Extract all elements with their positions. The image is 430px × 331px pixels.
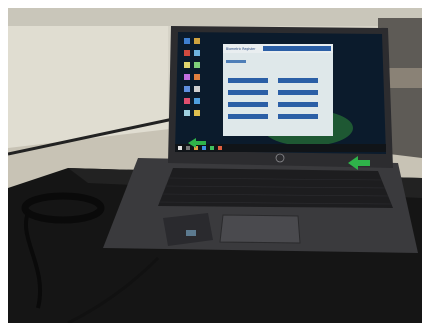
app-window: Biometric Register bbox=[223, 44, 333, 136]
desktop-icon bbox=[184, 38, 190, 44]
photograph: Biometric Register bbox=[8, 8, 422, 323]
wall-left bbox=[8, 8, 168, 148]
taskbar-icon[interactable] bbox=[218, 146, 222, 150]
start-icon[interactable] bbox=[178, 146, 182, 150]
desktop-icon bbox=[184, 50, 190, 56]
desktop-icon bbox=[194, 50, 200, 56]
app-button[interactable] bbox=[278, 78, 318, 83]
sensor-window bbox=[186, 230, 196, 236]
desktop-icon bbox=[194, 74, 200, 80]
app-button[interactable] bbox=[278, 114, 318, 119]
app-button[interactable] bbox=[228, 78, 268, 83]
desktop-icon bbox=[184, 74, 190, 80]
desktop-icon bbox=[184, 86, 190, 92]
desktop-icon bbox=[194, 110, 200, 116]
taskbar-icon[interactable] bbox=[210, 146, 214, 150]
taskbar bbox=[175, 144, 386, 152]
app-subheading bbox=[226, 60, 246, 63]
desktop-icon bbox=[194, 86, 200, 92]
app-button[interactable] bbox=[278, 102, 318, 107]
scene-svg: Biometric Register bbox=[8, 8, 422, 323]
app-header-strip bbox=[263, 46, 331, 51]
app-button[interactable] bbox=[228, 90, 268, 95]
photo-frame: Biometric Register bbox=[0, 0, 430, 331]
ceiling bbox=[8, 8, 422, 26]
desktop-icon bbox=[184, 62, 190, 68]
app-button[interactable] bbox=[228, 102, 268, 107]
desktop-icon bbox=[194, 98, 200, 104]
touchpad bbox=[219, 214, 301, 244]
app-title: Biometric Register bbox=[226, 47, 256, 51]
desktop-icon bbox=[184, 98, 190, 104]
app-button[interactable] bbox=[278, 90, 318, 95]
desktop-icon bbox=[184, 110, 190, 116]
app-button[interactable] bbox=[228, 114, 268, 119]
desktop-icon bbox=[194, 38, 200, 44]
taskbar-icon[interactable] bbox=[202, 146, 206, 150]
desktop-icon bbox=[194, 62, 200, 68]
taskbar-icon[interactable] bbox=[186, 146, 190, 150]
